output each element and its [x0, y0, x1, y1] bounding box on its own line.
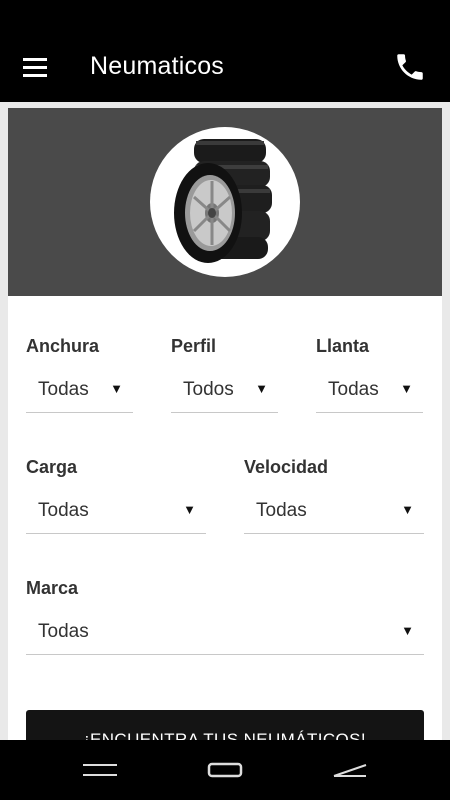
chevron-down-icon: ▼: [255, 381, 268, 396]
chevron-down-icon: ▼: [401, 623, 414, 638]
perfil-field: Perfil Todos ▼: [171, 336, 279, 416]
anchura-select[interactable]: Todas ▼: [26, 366, 133, 413]
carga-select[interactable]: Todas ▼: [26, 487, 206, 534]
llanta-value: Todas: [328, 379, 379, 400]
llanta-field: Llanta Todas ▼: [316, 336, 424, 416]
velocidad-field: Velocidad Todas ▼: [244, 457, 424, 537]
menu-icon[interactable]: [18, 52, 52, 82]
system-nav-bar: [0, 740, 450, 800]
anchura-label: Anchura: [26, 336, 100, 356]
marca-field: Marca Todas ▼: [26, 578, 424, 658]
recent-apps-icon[interactable]: [70, 754, 130, 786]
tire-stack-image: [150, 127, 300, 277]
llanta-label: Llanta: [316, 336, 370, 356]
perfil-label: Perfil: [171, 336, 217, 356]
chevron-down-icon: ▼: [401, 502, 414, 517]
app-bar: Neumaticos: [0, 30, 450, 102]
carga-label: Carga: [26, 457, 78, 477]
perfil-value: Todos: [183, 379, 234, 400]
anchura-field: Anchura Todas ▼: [26, 336, 134, 416]
search-card: Anchura Todas ▼ Perfil Todos ▼ Llanta To…: [8, 108, 442, 748]
velocidad-value: Todas: [256, 500, 307, 521]
phone-icon[interactable]: [392, 50, 428, 84]
marca-select[interactable]: Todas ▼: [26, 608, 424, 655]
velocidad-label: Velocidad: [244, 457, 329, 477]
perfil-select[interactable]: Todos ▼: [171, 366, 278, 413]
status-bar: [0, 0, 450, 30]
back-icon[interactable]: [320, 754, 380, 786]
marca-label: Marca: [26, 578, 79, 598]
marca-value: Todas: [38, 621, 89, 642]
page-title: Neumaticos: [90, 52, 224, 80]
velocidad-select[interactable]: Todas ▼: [244, 487, 424, 534]
carga-field: Carga Todas ▼: [26, 457, 206, 537]
chevron-down-icon: ▼: [400, 381, 413, 396]
banner: [8, 108, 442, 296]
chevron-down-icon: ▼: [183, 502, 196, 517]
home-icon[interactable]: [195, 754, 255, 786]
llanta-select[interactable]: Todas ▼: [316, 366, 423, 413]
carga-value: Todas: [38, 500, 89, 521]
chevron-down-icon: ▼: [110, 381, 123, 396]
anchura-value: Todas: [38, 379, 89, 400]
